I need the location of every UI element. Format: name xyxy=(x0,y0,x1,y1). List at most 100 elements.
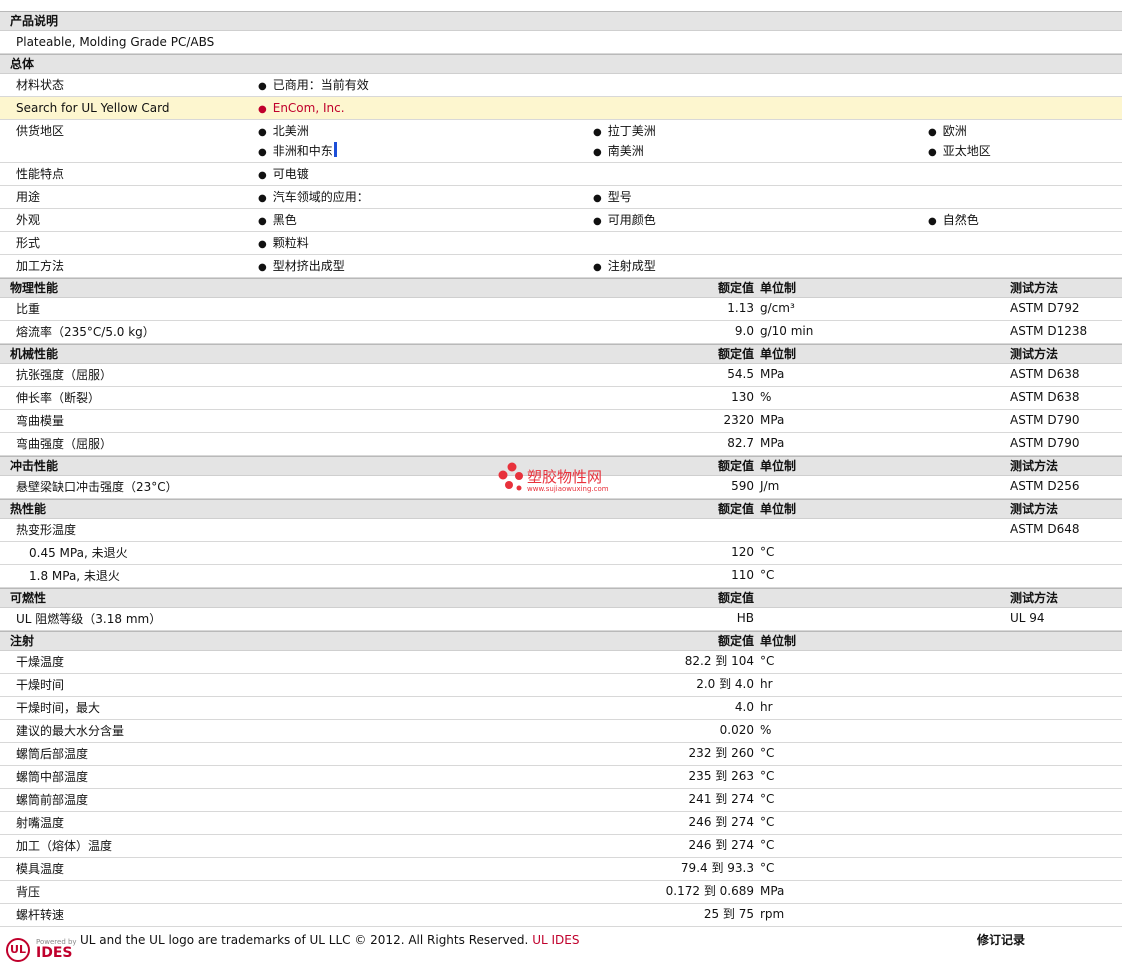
nominal-value: 82.2 到 104 xyxy=(684,654,754,668)
watermark-text: 塑胶物性网 xyxy=(527,468,603,486)
property-label: 热变形温度 xyxy=(16,523,77,537)
section-header: 热性能 额定值 单位制 测试方法 xyxy=(0,499,1122,519)
property-label: 悬壁梁缺口冲击强度（23°C） xyxy=(16,480,178,494)
property-label: 形式 xyxy=(16,236,41,250)
nominal-value: 110 xyxy=(731,568,754,582)
data-row: 干燥时间 2.0 到 4.0 hr xyxy=(0,674,1122,697)
bullet-text: 拉丁美洲 xyxy=(607,124,656,138)
nominal-value: 25 到 75 xyxy=(703,907,754,921)
nominal-value: 79.4 到 93.3 xyxy=(680,861,754,875)
test-method: ASTM D638 xyxy=(1010,390,1080,404)
nominal-value: 1.13 xyxy=(727,301,754,315)
unit: g/10 min xyxy=(760,324,814,338)
nominal-value: 9.0 xyxy=(734,324,754,338)
nominal-value: 2.0 到 4.0 xyxy=(696,677,754,691)
bullet-item: 北美洲 xyxy=(258,121,309,143)
bullet-text: 型号 xyxy=(607,190,632,204)
nominal-value: 额定值 xyxy=(717,591,754,605)
unit: MPa xyxy=(760,367,785,381)
nominal-value: 4.0 xyxy=(734,700,754,714)
nominal-value: HB xyxy=(736,611,754,625)
bullet-item: 颗粒料 xyxy=(258,233,309,255)
property-label: 性能特点 xyxy=(16,167,65,181)
bullet-text: 欧洲 xyxy=(942,124,967,138)
test-method: ASTM D638 xyxy=(1010,367,1080,381)
bullet-item: 自然色 xyxy=(928,210,979,232)
property-label: 螺筒中部温度 xyxy=(16,770,89,784)
ul-ides-link[interactable]: UL IDES xyxy=(532,933,579,947)
property-label: 干燥时间 xyxy=(16,678,65,692)
unit: 单位制 xyxy=(760,347,797,361)
bullet-item: 欧洲 xyxy=(928,121,967,143)
data-row: 射嘴温度 246 到 274 °C xyxy=(0,812,1122,835)
nominal-value: 额定值 xyxy=(717,634,754,648)
data-row: 加工（熔体）温度 246 到 274 °C xyxy=(0,835,1122,858)
nominal-value: 额定值 xyxy=(717,459,754,473)
data-row: 熔流率（235°C/5.0 kg） 9.0 g/10 min ASTM D1238 xyxy=(0,321,1122,344)
property-label: 加工方法 xyxy=(16,259,65,273)
data-row: 热变形温度 ASTM D648 xyxy=(0,519,1122,542)
section-header: 机械性能 额定值 单位制 测试方法 xyxy=(0,344,1122,364)
data-row: 弯曲模量 2320 MPa ASTM D790 xyxy=(0,410,1122,433)
test-method: ASTM D1238 xyxy=(1010,324,1088,338)
watermark-url: www.sujiaowuxing.com xyxy=(527,485,609,493)
bullet-text: 已商用：当前有效 xyxy=(272,78,369,92)
data-row: 弯曲强度（屈服） 82.7 MPa ASTM D790 xyxy=(0,433,1122,456)
section-title: 可燃性 xyxy=(10,591,47,605)
test-method: ASTM D256 xyxy=(1010,479,1080,493)
unit: °C xyxy=(760,654,775,668)
unit: J/m xyxy=(760,479,780,493)
data-row: 1.8 MPa, 未退火 110 °C xyxy=(0,565,1122,588)
nominal-value: 235 到 263 xyxy=(688,769,754,783)
unit: °C xyxy=(760,861,775,875)
nominal-value: 0.172 到 0.689 xyxy=(665,884,754,898)
property-label: 螺杆转速 xyxy=(16,908,65,922)
unit: °C xyxy=(760,746,775,760)
ul-logo-icon: UL xyxy=(6,938,30,962)
property-label: 射嘴温度 xyxy=(16,816,65,830)
data-row: 比重 1.13 g/cm³ ASTM D792 xyxy=(0,298,1122,321)
test-method: ASTM D790 xyxy=(1010,436,1080,450)
data-row: 性能特点 可电镀 xyxy=(0,163,1122,186)
nominal-value: 130 xyxy=(731,390,754,404)
unit: °C xyxy=(760,769,775,783)
nominal-value: 2320 xyxy=(723,413,754,427)
test-method: UL 94 xyxy=(1010,611,1045,625)
bullet-text: 颗粒料 xyxy=(272,236,309,250)
unit: °C xyxy=(760,568,775,582)
data-row: 加工方法 型材挤出成型 注射成型 xyxy=(0,255,1122,278)
supplier-link[interactable]: EnCom, Inc. xyxy=(258,98,345,120)
nominal-value: 0.020 xyxy=(719,723,754,737)
unit: °C xyxy=(760,792,775,806)
bullet-text: 注射成型 xyxy=(607,259,656,273)
yellow-card-row[interactable]: Search for UL Yellow Card EnCom, Inc. xyxy=(0,97,1122,120)
property-label: 外观 xyxy=(16,213,41,227)
section-title: 机械性能 xyxy=(10,347,59,361)
nominal-value: 241 到 274 xyxy=(688,792,754,806)
nominal-value: 590 xyxy=(731,479,754,493)
unit: hr xyxy=(760,677,773,691)
datasheet: 产品说明 Plateable, Molding Grade PC/ABS 总体 材料状… xyxy=(0,0,1122,927)
property-label: 螺筒后部温度 xyxy=(16,747,89,761)
property-label: 螺筒前部温度 xyxy=(16,793,89,807)
nominal-value: 232 到 260 xyxy=(688,746,754,760)
footer-trademark: UL and the UL logo are trademarks of UL … xyxy=(80,930,579,950)
property-label: 用途 xyxy=(16,190,41,204)
section-header: 总体 xyxy=(0,54,1122,74)
property-label: 供货地区 xyxy=(16,124,65,138)
test-method: ASTM D792 xyxy=(1010,301,1080,315)
data-row: 供货地区 北美洲 拉丁美洲 欧洲非洲和中东 南美洲 亚太地区 xyxy=(0,120,1122,163)
property-label: 建议的最大水分含量 xyxy=(16,724,125,738)
bullet-item: 型号 xyxy=(593,187,632,209)
data-row: 形式 颗粒料 xyxy=(0,232,1122,255)
unit: MPa xyxy=(760,413,785,427)
data-row: 模具温度 79.4 到 93.3 °C xyxy=(0,858,1122,881)
bullet-item: 非洲和中东 xyxy=(258,141,337,163)
footer: UL Powered by IDES UL and the UL logo ar… xyxy=(0,930,1122,962)
test-method: 测试方法 xyxy=(1010,281,1059,295)
data-row: 螺筒前部温度 241 到 274 °C xyxy=(0,789,1122,812)
test-method: 测试方法 xyxy=(1010,347,1059,361)
test-method: ASTM D648 xyxy=(1010,522,1080,536)
nominal-value: 246 到 274 xyxy=(688,815,754,829)
data-row: 0.45 MPa, 未退火 120 °C xyxy=(0,542,1122,565)
